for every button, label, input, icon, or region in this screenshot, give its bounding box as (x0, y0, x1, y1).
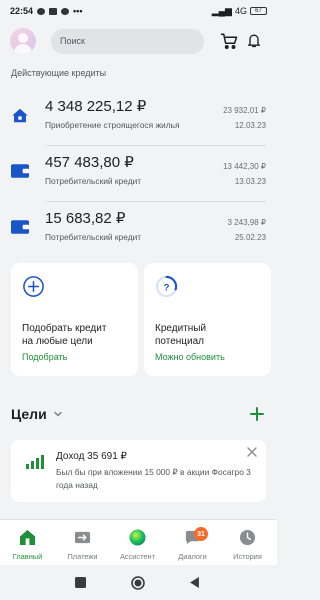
card-title: Кредитный потенциал (155, 322, 206, 348)
history-icon (239, 529, 256, 546)
credit-description: Приобретение строящегося жилья (45, 120, 180, 130)
back-icon[interactable] (189, 577, 200, 588)
top-header: Поиск (0, 22, 277, 60)
credit-list: 4 348 225,12 ₽ Приобретение строящегося … (0, 90, 277, 258)
nav-item-history[interactable]: История (220, 520, 275, 566)
nav-label: Главный (12, 552, 43, 561)
chevron-down-icon (53, 411, 62, 417)
bell-icon[interactable] (246, 31, 262, 50)
credit-payment: 23 932,01 ₽ (223, 106, 266, 115)
card-title-line: Кредитный (155, 323, 207, 334)
credit-amount: 4 348 225,12 ₽ (45, 98, 147, 115)
growth-chart-icon (26, 455, 44, 469)
investment-promo-card[interactable]: Доход 35 691 ₽ Был бы при вложении 15 00… (11, 440, 266, 502)
bottom-nav: Главный Платежи Ассистент 31 Диалоги Ист… (0, 519, 277, 565)
battery-level: 67 (255, 8, 262, 14)
cart-icon[interactable] (220, 32, 238, 50)
unread-badge: 31 (194, 527, 208, 541)
pick-credit-link[interactable]: Подобрать (22, 352, 67, 362)
credit-item-consumer-1[interactable]: 457 483,80 ₽ Потребительский кредит 13 4… (0, 146, 277, 202)
search-input[interactable]: Поиск (51, 28, 204, 54)
nav-label: Платежи (67, 552, 98, 561)
close-icon[interactable] (247, 447, 257, 457)
credit-next-payment: 3 243,98 ₽ 25.02.23 (228, 215, 266, 245)
card-title: Подобрать кредит на любые цели (22, 322, 106, 348)
update-potential-link[interactable]: Можно обновить (155, 352, 225, 362)
credits-section-label: Действующие кредиты (11, 68, 107, 78)
assistant-icon (129, 529, 146, 546)
plus-circle-icon (23, 276, 44, 297)
nav-item-payments[interactable]: Платежи (55, 520, 110, 566)
house-icon (12, 108, 28, 123)
sync-icon (37, 7, 46, 15)
credit-date: 25.02.23 (234, 233, 266, 242)
credit-item-consumer-2[interactable]: 15 683,82 ₽ Потребительский кредит 3 243… (0, 202, 277, 258)
home-button-icon[interactable] (131, 576, 145, 590)
system-nav-bar (0, 565, 277, 600)
pick-credit-card[interactable]: Подобрать кредит на любые цели Подобрать (11, 263, 138, 376)
wallet-icon (11, 220, 29, 234)
credit-amount: 15 683,82 ₽ (45, 210, 126, 227)
more-dots-icon: ••• (73, 6, 83, 16)
network-type: 4G (234, 6, 247, 16)
credit-item-mortgage[interactable]: 4 348 225,12 ₽ Приобретение строящегося … (0, 90, 277, 146)
card-title-line: потенциал (155, 336, 205, 347)
status-bar: 22:54 ••• ▂▄▆ 4G 67 (0, 0, 277, 22)
add-goal-icon[interactable] (249, 406, 265, 422)
home-icon (19, 529, 36, 546)
credit-next-payment: 13 442,30 ₽ 13.03.23 (223, 159, 266, 189)
recent-apps-icon[interactable] (75, 577, 86, 588)
wallet-icon (11, 164, 29, 178)
payments-icon (74, 531, 91, 544)
nav-item-assistant[interactable]: Ассистент (110, 520, 165, 566)
signal-bars-icon: ▂▄▆ (211, 5, 232, 16)
youtube-icon (49, 7, 58, 15)
nav-label: Диалоги (178, 552, 207, 561)
credit-next-payment: 23 932,01 ₽ 12.03.23 (223, 103, 266, 133)
credit-payment: 3 243,98 ₽ (227, 218, 266, 227)
credit-date: 13.03.23 (234, 177, 266, 186)
goals-title: Цели (11, 406, 47, 422)
credit-description: Потребительский кредит (45, 232, 142, 242)
nav-label: Ассистент (119, 552, 156, 561)
cloud-icon (61, 7, 70, 15)
credit-payment: 13 442,30 ₽ (223, 162, 266, 171)
credit-description: Потребительский кредит (45, 176, 142, 186)
question-progress-icon: ? (155, 275, 178, 298)
goals-header[interactable]: Цели (11, 406, 63, 422)
svg-text:?: ? (164, 282, 170, 293)
search-placeholder: Поиск (60, 36, 85, 46)
promo-title: Доход 35 691 ₽ (56, 451, 127, 462)
card-title-line: на любые цели (22, 336, 93, 347)
nav-item-dialogs[interactable]: 31 Диалоги (165, 520, 220, 566)
credit-amount: 457 483,80 ₽ (45, 154, 134, 171)
credit-date: 12.03.23 (234, 121, 266, 130)
credit-potential-card[interactable]: ? Кредитный потенциал Можно обновить (144, 263, 271, 376)
battery-icon: 67 (250, 7, 267, 15)
card-title-line: Подобрать кредит (22, 323, 107, 334)
nav-item-main[interactable]: Главный (0, 520, 55, 566)
status-time: 22:54 (10, 6, 34, 16)
promo-text: Был бы при вложении 15 000 ₽ в акции Фос… (56, 467, 251, 490)
avatar[interactable] (10, 28, 36, 54)
nav-label: История (233, 552, 262, 561)
